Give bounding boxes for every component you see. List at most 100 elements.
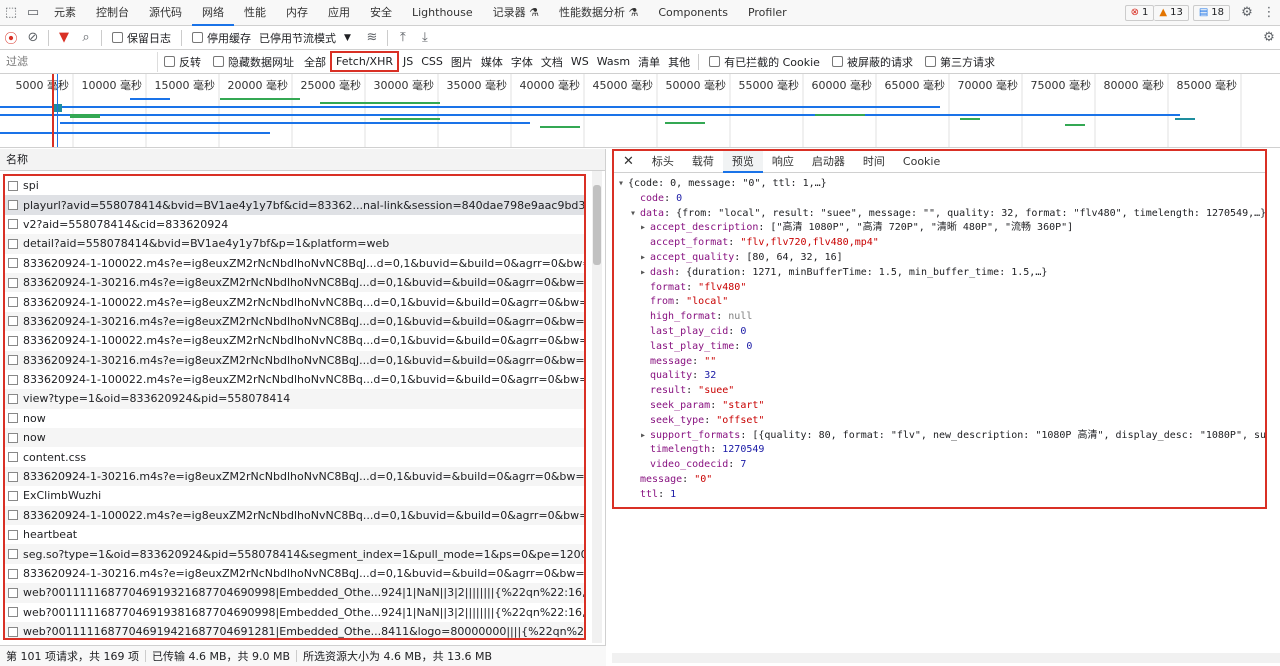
request-row[interactable]: now <box>5 428 584 448</box>
request-row[interactable]: 833620924-1-100022.m4s?e=ig8euxZM2rNcNbd… <box>5 254 584 273</box>
checkbox-box[interactable] <box>924 56 936 67</box>
tab-3[interactable]: 网络 <box>192 0 234 26</box>
error-badge[interactable]: ⊗ 1 <box>1124 4 1155 21</box>
request-row[interactable]: detail?aid=558078414&bvid=BV1ae4y1y7bf&p… <box>5 234 584 254</box>
request-row[interactable]: 833620924-1-30216.m4s?e=ig8euxZM2rNcNbdl… <box>5 564 584 583</box>
type-filter-6[interactable]: 字体 <box>507 54 537 70</box>
request-row[interactable]: spi <box>5 176 584 195</box>
type-filter-3[interactable]: CSS <box>417 55 447 68</box>
json-row-accept-quality[interactable]: ▸ accept_quality: [80, 64, 32, 16] <box>618 251 1265 266</box>
request-row[interactable]: content.css <box>5 447 584 466</box>
tab-2[interactable]: 源代码 <box>139 0 192 26</box>
tab-5[interactable]: 内存 <box>276 0 318 26</box>
detail-tab-2[interactable]: 预览 <box>722 150 763 173</box>
detail-tab-0[interactable]: 标头 <box>643 151 683 173</box>
tab-11[interactable]: Components <box>648 0 738 26</box>
type-filter-5[interactable]: 媒体 <box>477 54 507 70</box>
device-toolbar-icon[interactable]: ▭ <box>22 2 44 24</box>
tab-10[interactable]: 性能数据分析 ⚗ <box>549 0 648 26</box>
request-row[interactable]: ExClimbWuzhi <box>5 486 584 505</box>
request-row[interactable]: web?00111116877046919321687704690998|Emb… <box>5 583 584 603</box>
type-filter-9[interactable]: Wasm <box>593 55 634 68</box>
third-party-checkbox[interactable]: 第三方请求 <box>924 54 995 70</box>
json-root-row[interactable]: ▾ {code: 0, message: "0", ttl: 1,…} <box>618 177 1265 192</box>
record-stop-icon[interactable]: ⦿ <box>0 27 22 49</box>
tab-0[interactable]: 元素 <box>44 0 86 26</box>
details-horizontal-scrollbar[interactable] <box>612 653 1280 663</box>
request-row[interactable]: playurl?avid=558078414&bvid=BV1ae4y1y7bf… <box>5 195 584 215</box>
import-har-icon[interactable]: ⤒ <box>392 27 414 49</box>
json-row-support-formats[interactable]: ▸ support_formats: [{quality: 80, format:… <box>618 429 1265 444</box>
request-row[interactable]: v2?aid=558078414&cid=833620924 <box>5 215 584 234</box>
settings-gear-icon[interactable]: ⚙ <box>1236 2 1258 24</box>
checkbox-box[interactable] <box>709 56 721 67</box>
json-row-data[interactable]: ▾ data: {from: "local", result: "suee", m… <box>618 207 1265 222</box>
request-row[interactable]: 833620924-1-100022.m4s?e=ig8euxZM2rNcNbd… <box>5 505 584 526</box>
detail-tab-3[interactable]: 响应 <box>763 151 803 173</box>
clear-icon[interactable]: ⊘ <box>22 27 44 49</box>
network-conditions-wifi-icon[interactable]: ≋ <box>361 27 383 49</box>
request-row[interactable]: seg.so?type=1&oid=833620924&pid=55807841… <box>5 544 584 564</box>
request-list-scrollbar[interactable] <box>592 171 602 643</box>
checkbox-box[interactable] <box>192 32 203 43</box>
type-filter-7[interactable]: 文档 <box>537 54 567 70</box>
request-row[interactable]: 833620924-1-100022.m4s?e=ig8euxZM2rNcNbd… <box>5 331 584 350</box>
checkbox-box[interactable] <box>213 56 224 67</box>
message-badge[interactable]: ▤ 18 <box>1192 4 1230 21</box>
filter-icon[interactable]: ▼ <box>53 27 75 49</box>
request-row[interactable]: now <box>5 409 584 428</box>
preserve-log-checkbox[interactable]: 保留日志 <box>112 30 171 46</box>
detail-tab-4[interactable]: 启动器 <box>803 151 854 173</box>
type-filter-1[interactable]: Fetch/XHR <box>330 51 399 72</box>
tab-12[interactable]: Profiler <box>738 0 797 26</box>
json-row-dash[interactable]: ▸ dash: {duration: 1271, minBufferTime: 1… <box>618 266 1265 281</box>
tab-6[interactable]: 应用 <box>318 0 360 26</box>
filter-input[interactable] <box>0 51 158 72</box>
invert-checkbox[interactable]: 反转 <box>164 54 201 70</box>
scrollbar-thumb[interactable] <box>593 185 601 265</box>
search-icon[interactable]: ⌕ <box>75 27 97 49</box>
request-row[interactable]: 833620924-1-100022.m4s?e=ig8euxZM2rNcNbd… <box>5 370 584 389</box>
inspect-element-icon[interactable]: ⬚ <box>0 2 22 24</box>
disable-cache-checkbox[interactable]: 停用缓存 <box>192 30 251 46</box>
type-filter-8[interactable]: WS <box>567 55 593 68</box>
json-row-accept-description[interactable]: ▸ accept_description: ["高清 1080P", "高清 72… <box>618 221 1265 236</box>
tab-7[interactable]: 安全 <box>360 0 402 26</box>
network-overview-timeline[interactable]: 5000 毫秒 10000 毫秒 15000 毫秒 20000 毫秒 25000 毫秒 3… <box>0 74 1280 148</box>
tab-9[interactable]: 记录器 ⚗ <box>483 0 549 26</box>
name-column-header[interactable]: 名称 <box>0 149 605 171</box>
network-settings-gear-icon[interactable]: ⚙ <box>1258 27 1280 49</box>
blocked-requests-checkbox[interactable]: 被屏蔽的请求 <box>831 54 913 70</box>
request-row[interactable]: 833620924-1-30216.m4s?e=ig8euxZM2rNcNbdl… <box>5 466 584 487</box>
request-row[interactable]: 833620924-1-100022.m4s?e=ig8euxZM2rNcNbd… <box>5 292 584 311</box>
request-row[interactable]: web?00111116877046919421687704691281|Emb… <box>5 621 584 638</box>
request-row[interactable]: 833620924-1-30216.m4s?e=ig8euxZM2rNcNbdl… <box>5 350 584 370</box>
more-options-icon[interactable]: ⋮ <box>1258 2 1280 24</box>
detail-tab-6[interactable]: Cookie <box>894 151 949 173</box>
warning-badge[interactable]: ▲ 13 <box>1154 4 1189 21</box>
detail-tab-1[interactable]: 载荷 <box>683 151 723 173</box>
type-filter-11[interactable]: 其他 <box>664 54 694 70</box>
type-filter-4[interactable]: 图片 <box>447 54 477 70</box>
tab-8[interactable]: Lighthouse <box>402 0 483 26</box>
request-row[interactable]: heartbeat <box>5 525 584 544</box>
type-filter-2[interactable]: JS <box>399 55 417 68</box>
hide-data-urls-checkbox[interactable]: 隐藏数据网址 <box>213 54 294 70</box>
tab-1[interactable]: 控制台 <box>86 0 139 26</box>
type-filter-10[interactable]: 清单 <box>634 54 664 70</box>
checkbox-box[interactable] <box>112 32 123 43</box>
checkbox-box[interactable] <box>831 56 843 67</box>
file-icon <box>8 529 18 540</box>
request-row[interactable]: view?type=1&oid=833620924&pid=558078414 <box>5 389 584 409</box>
type-filter-0[interactable]: 全部 <box>300 54 330 70</box>
throttling-select[interactable]: 已停用节流模式 ▼ <box>259 30 351 46</box>
blocked-cookies-checkbox[interactable]: 有已拦截的 Cookie <box>709 54 820 70</box>
request-row[interactable]: web?00111116877046919381687704690998|Emb… <box>5 603 584 622</box>
detail-tab-5[interactable]: 时间 <box>854 151 894 173</box>
request-row[interactable]: 833620924-1-30216.m4s?e=ig8euxZM2rNcNbdl… <box>5 311 584 332</box>
export-har-icon[interactable]: ⤓ <box>414 27 436 49</box>
checkbox-box[interactable] <box>164 56 175 67</box>
request-row[interactable]: 833620924-1-30216.m4s?e=ig8euxZM2rNcNbdl… <box>5 272 584 293</box>
tab-4[interactable]: 性能 <box>234 0 276 26</box>
close-details-icon[interactable]: ✕ <box>614 151 643 173</box>
